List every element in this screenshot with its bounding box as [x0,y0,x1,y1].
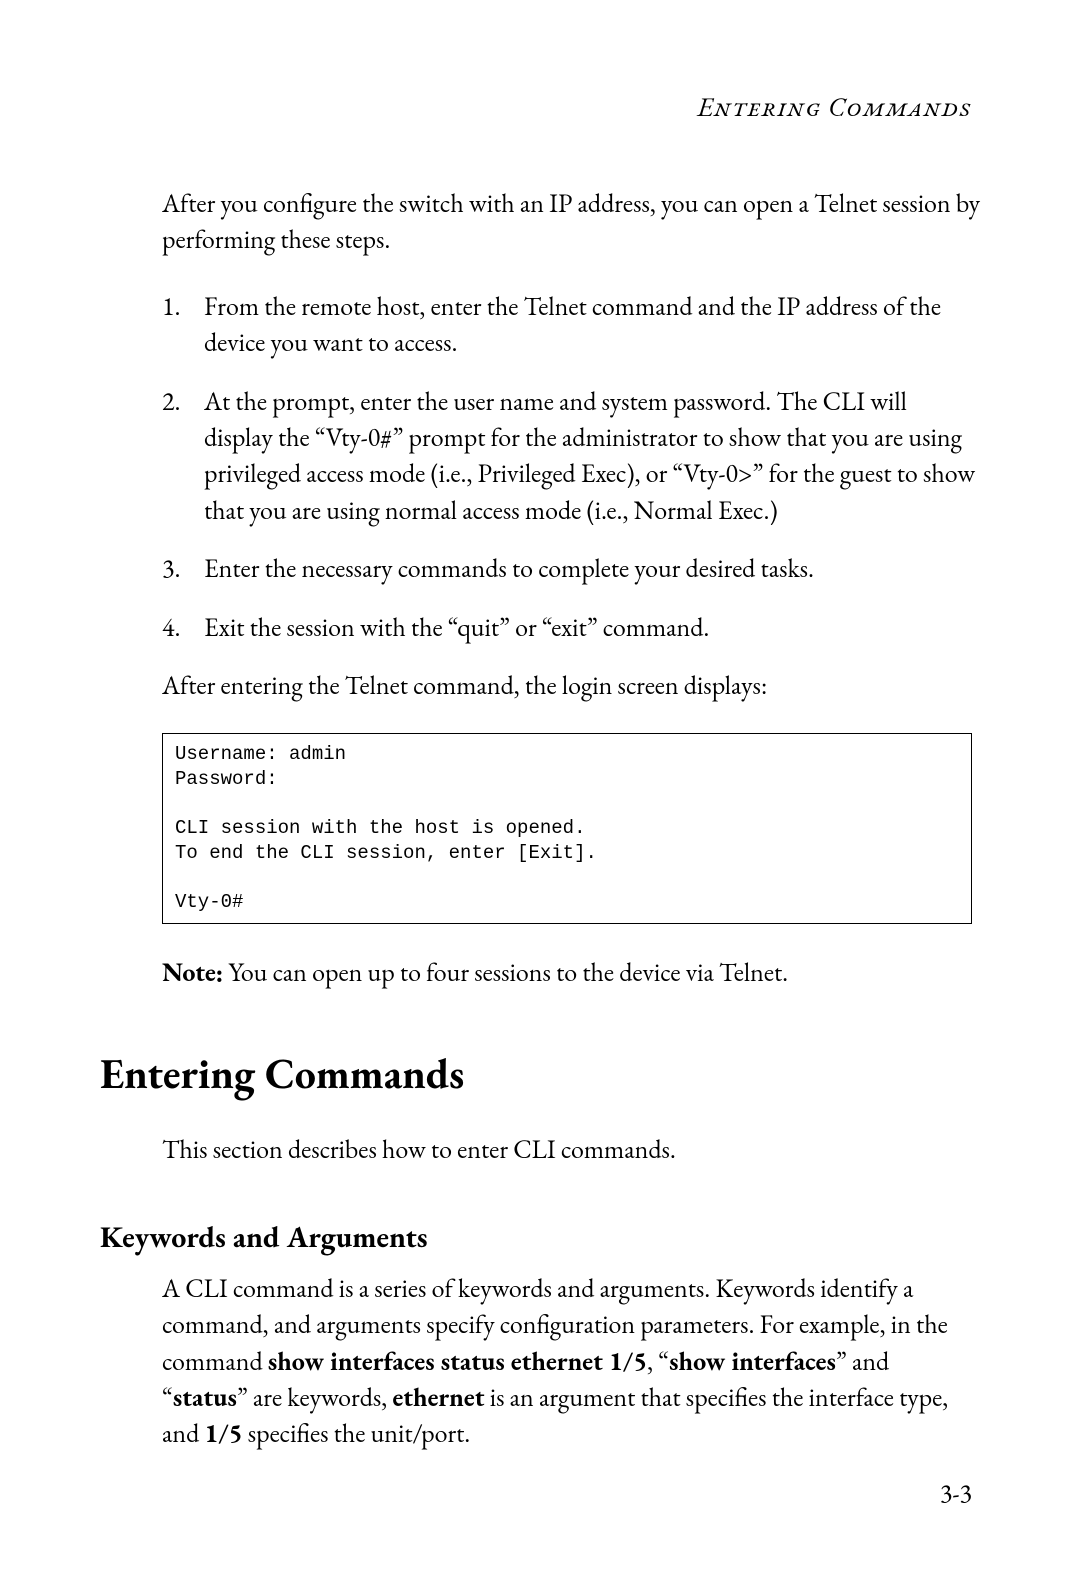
list-item: 4. Exit the session with the “quit” or “… [162,609,980,645]
list-number: 1. [162,288,204,361]
section-intro: This section describes how to enter CLI … [162,1131,980,1167]
intro-paragraph: After you configure the switch with an I… [162,185,980,258]
list-text: At the prompt, enter the user name and s… [204,383,980,529]
list-number: 4. [162,609,204,645]
steps-list: 1. From the remote host, enter the Telne… [162,288,980,645]
bold-text: 1/5 [204,1416,242,1450]
text-run: specifies the unit/port. [243,1416,471,1450]
section-heading: Entering Commands [100,1046,980,1101]
page-number: 3-3 [940,1476,972,1510]
text-run: ” are keywords, [237,1380,393,1414]
list-item: 3. Enter the necessary commands to compl… [162,550,980,586]
list-number: 3. [162,550,204,586]
after-steps-paragraph: After entering the Telnet command, the l… [162,667,980,703]
list-text: Exit the session with the “quit” or “exi… [204,609,980,645]
text-run: , “ [647,1344,669,1378]
list-text: From the remote host, enter the Telnet c… [204,288,980,361]
list-number: 2. [162,383,204,529]
note-paragraph: Note: You can open up to four sessions t… [162,954,980,990]
bold-text: show interfaces [669,1344,836,1378]
page-container: Entering Commands After you configure th… [0,0,1080,1512]
list-text: Enter the necessary commands to complete… [204,550,980,586]
running-header: Entering Commands [100,90,980,125]
list-item: 1. From the remote host, enter the Telne… [162,288,980,361]
code-block: Username: admin Password: CLI session wi… [162,733,972,924]
note-label: Note: [162,955,223,989]
note-text: You can open up to four sessions to the … [223,955,788,989]
bold-text: ethernet [392,1380,484,1414]
subsection-heading: Keywords and Arguments [100,1217,980,1256]
bold-text: show interfaces status ethernet 1/5 [268,1344,647,1378]
body-paragraph: A CLI command is a series of keywords an… [162,1270,980,1452]
bold-text: status [173,1380,237,1414]
list-item: 2. At the prompt, enter the user name an… [162,383,980,529]
